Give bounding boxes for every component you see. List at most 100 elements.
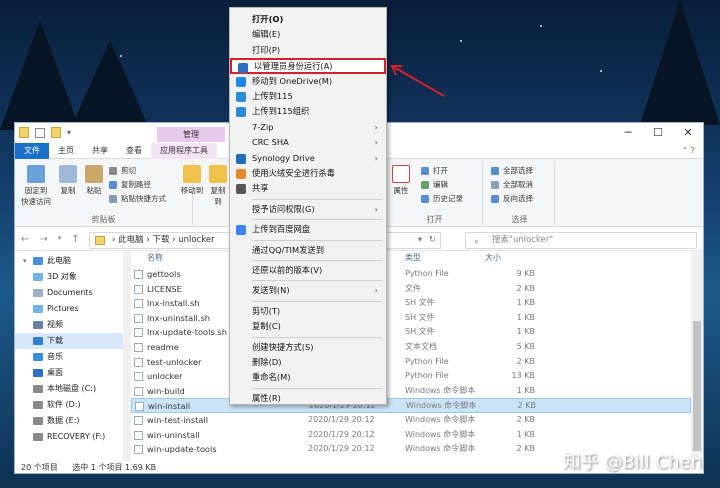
tab-app-tools[interactable]: 应用程序工具 [151, 142, 217, 159]
file-name: win-test-install [147, 415, 209, 425]
menu-item[interactable]: 通过QQ/TIM发送到 [230, 243, 386, 258]
chevron-down-icon[interactable]: ▾ [418, 233, 422, 248]
sidebar-item-music[interactable]: 音乐 [15, 349, 123, 365]
paste-shortcut-button[interactable]: 粘贴快捷方式 [109, 193, 166, 205]
new-folder-icon[interactable] [51, 127, 61, 138]
file-size: 1 KB [516, 298, 535, 308]
menu-item[interactable]: 打印(P) [230, 43, 386, 58]
sidebar-item-3d-objects[interactable]: 3D 对象 [15, 269, 123, 285]
menu-item[interactable]: 复制(C) [230, 319, 386, 334]
table-row[interactable]: test-unlocker Python File 2 KB [131, 355, 691, 370]
tab-share[interactable]: 共享 [83, 143, 117, 159]
select-all-button[interactable]: 全部选择 [491, 165, 533, 177]
menu-item[interactable]: 移动到 OneDrive(M) [230, 74, 386, 89]
column-name[interactable]: 名称 [147, 251, 163, 265]
history-button[interactable]: 历史记录 [421, 193, 463, 205]
refresh-icon[interactable]: ↻ [429, 233, 436, 248]
chevron-down-icon[interactable]: ▾ [23, 253, 27, 269]
pin-button[interactable]: 固定到 快速访问 [19, 165, 53, 207]
table-row[interactable]: lnx-update-tools.sh SH 文件 1 KB [131, 325, 691, 340]
sidebar-item-drive-f[interactable]: RECOVERY (F:) [15, 429, 123, 445]
menu-item[interactable]: 共享 [230, 181, 386, 196]
help-icon[interactable]: ⌃ ? [682, 146, 704, 155]
column-type[interactable]: 类型 [405, 251, 421, 265]
table-row[interactable]: win-install 2020/1/29 20:12 Windows 命令脚本 2 … [131, 398, 691, 413]
menu-item[interactable]: 创建快捷方式(S) [230, 340, 386, 355]
file-icon [134, 386, 143, 396]
edit-button[interactable]: 编辑 [421, 179, 448, 191]
chevron-down-icon[interactable]: ▾ [58, 234, 62, 245]
menu-item[interactable]: 还原以前的版本(V) [230, 263, 386, 278]
sidebar-item-desktop[interactable]: 桌面 [15, 365, 123, 381]
menu-item[interactable]: 重命名(M) [230, 370, 386, 385]
breadcrumb-downloads[interactable]: 下载 [152, 235, 169, 245]
menu-item[interactable]: 授予访问权限(G) › [230, 202, 386, 217]
move-to-button[interactable]: 移动到 [177, 165, 207, 196]
breadcrumb-unlocker[interactable]: unlocker [178, 235, 214, 245]
menu-item[interactable]: 删除(D) [230, 355, 386, 370]
copy-path-button[interactable]: 复制路径 [109, 179, 151, 191]
breadcrumb-this-pc[interactable]: 此电脑 [118, 235, 144, 245]
nav-scrollbar[interactable] [123, 251, 131, 461]
open-button[interactable]: 打开 [421, 165, 448, 177]
sidebar-item-documents[interactable]: Documents [15, 285, 123, 301]
forward-icon[interactable]: → [39, 234, 47, 245]
menu-item[interactable]: 上传到百度网盘 [230, 222, 386, 237]
sidebar-item-pictures[interactable]: Pictures [15, 301, 123, 317]
file-list-scrollbar[interactable] [691, 251, 703, 461]
menu-item[interactable]: 编辑(E) [230, 27, 386, 42]
up-icon[interactable]: ↑ [71, 234, 79, 245]
menu-item[interactable]: 打开(O) [230, 12, 386, 27]
back-icon[interactable]: ← [21, 234, 29, 245]
table-row[interactable]: win-uninstall 2020/1/29 20:12 Windows 命令脚本… [131, 428, 691, 443]
file-type: Windows 命令脚本 [406, 401, 477, 411]
table-row[interactable]: gettools Python File 9 KB [131, 267, 691, 282]
sidebar-item-videos[interactable]: 视频 [15, 317, 123, 333]
properties-button[interactable]: 属性 [389, 165, 413, 196]
table-row[interactable]: unlocker Python File 13 KB [131, 369, 691, 384]
menu-item[interactable]: 属性(R) [230, 391, 386, 406]
tab-view[interactable]: 查看 [117, 143, 151, 159]
cube-icon [33, 273, 43, 281]
maximize-button[interactable]: ☐ [643, 123, 673, 143]
menu-item[interactable]: 发送到(N) › [230, 283, 386, 298]
open-group-label: 打开 [426, 215, 443, 224]
close-button[interactable]: ✕ [673, 123, 703, 143]
menu-item[interactable]: CRC SHA › [230, 135, 386, 150]
file-name: test-unlocker [147, 356, 202, 367]
sidebar-item-drive-d[interactable]: 软件 (D:) [15, 397, 123, 413]
copy-to-button[interactable]: 复制到 [207, 165, 229, 207]
table-row[interactable]: lnx-uninstall.sh SH 文件 1 KB [131, 311, 691, 326]
properties-icon[interactable] [35, 127, 45, 138]
menu-item[interactable]: 上传到115 [230, 89, 386, 104]
table-row[interactable]: lnx-install.sh SH 文件 1 KB [131, 296, 691, 311]
sidebar-item-this-pc[interactable]: ▾ 此电脑 [15, 253, 123, 269]
menu-item[interactable]: 上传到115组织 [230, 104, 386, 119]
search-icon: ⌕ [474, 237, 480, 247]
menu-item[interactable]: 剪切(T) [230, 304, 386, 319]
sidebar-item-downloads[interactable]: 下载 [15, 333, 123, 349]
menu-item[interactable]: 以管理员身份运行(A) [230, 58, 386, 74]
column-size[interactable]: 大小 [485, 251, 501, 265]
table-row[interactable]: LICENSE 文件 2 KB [131, 282, 691, 297]
select-none-button[interactable]: 全部取消 [491, 179, 533, 191]
paste-button[interactable]: 粘贴 [79, 165, 109, 196]
file-size: 1 KB [516, 312, 535, 322]
scrollbar-thumb[interactable] [693, 321, 701, 451]
chevron-down-icon[interactable]: ▾ [67, 128, 71, 137]
sidebar-item-drive-c[interactable]: 本地磁盘 (C:) [15, 381, 123, 397]
menu-item[interactable]: Synology Drive › [230, 151, 386, 166]
tab-home[interactable]: 主页 [49, 143, 83, 159]
minimize-button[interactable]: ─ [613, 123, 643, 143]
tab-manage[interactable]: 管理 [157, 127, 225, 142]
search-input[interactable]: ⌕ 搜索"unlocker" [465, 232, 697, 249]
cut-button[interactable]: 剪切 [109, 165, 136, 177]
table-row[interactable]: win-test-install 2020/1/29 20:12 Windows 命… [131, 413, 691, 428]
table-row[interactable]: readme 文本文档 5 KB [131, 340, 691, 355]
tab-file[interactable]: 文件 [15, 142, 49, 159]
table-row[interactable]: win-build Windows 命令脚本 1 KB [131, 384, 691, 399]
invert-select-button[interactable]: 反向选择 [491, 193, 533, 205]
sidebar-item-drive-e[interactable]: 数据 (E:) [15, 413, 123, 429]
menu-item[interactable]: 使用火绒安全进行杀毒 [230, 166, 386, 181]
menu-item[interactable]: 7-Zip › [230, 120, 386, 135]
